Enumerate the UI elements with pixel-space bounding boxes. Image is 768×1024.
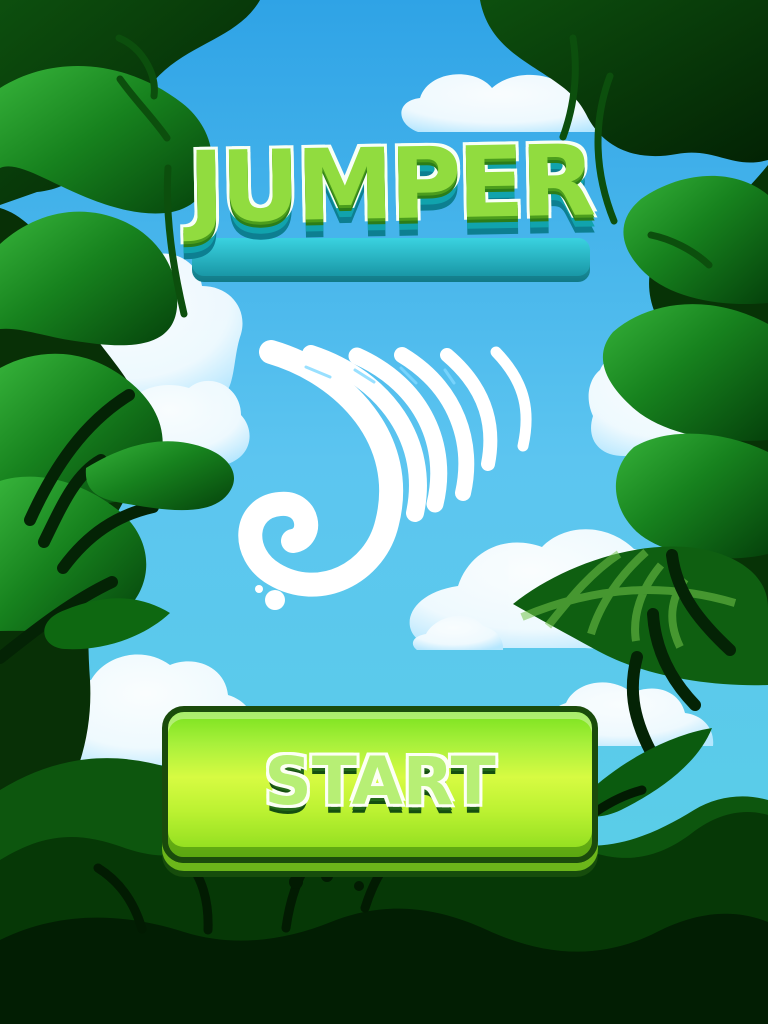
start-button-label: START: [264, 743, 496, 820]
jungle-background-art: [0, 0, 768, 1024]
start-button[interactable]: START: [162, 706, 598, 863]
game-start-screen: JUMPER START: [0, 0, 768, 1024]
